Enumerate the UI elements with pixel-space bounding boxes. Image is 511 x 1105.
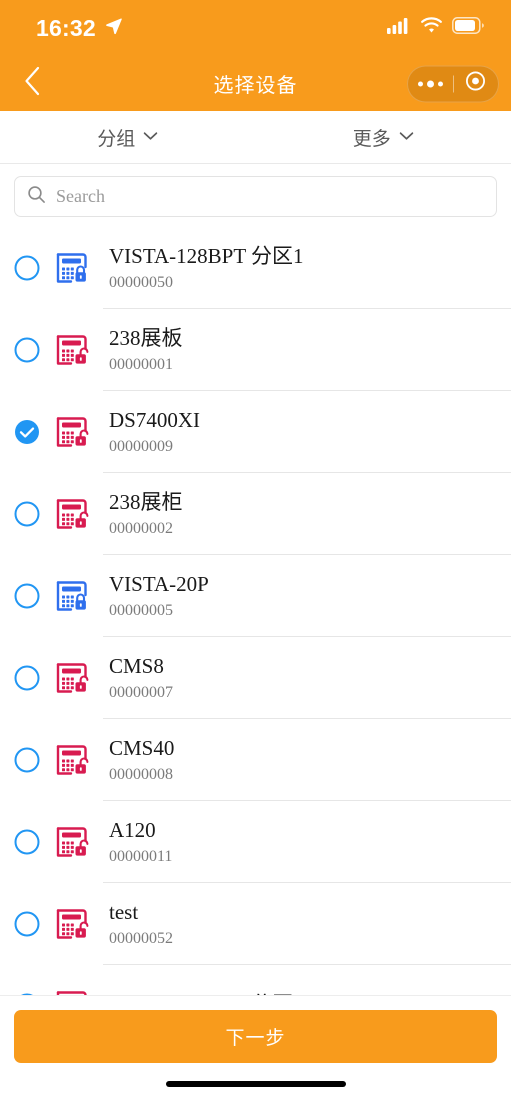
device-text: VISTA-128BPT 分区2: [109, 992, 511, 995]
device-row[interactable]: 238展柜 00000002: [0, 473, 511, 555]
device-name: CMS8: [109, 654, 164, 679]
filter-more[interactable]: 更多: [256, 111, 511, 163]
device-text: VISTA-20P 00000005: [109, 572, 511, 619]
device-serial: 00000002: [109, 519, 173, 537]
device-name: 238展柜: [109, 490, 183, 515]
device-text: 238展板 00000001: [109, 326, 511, 373]
device-name: A120: [109, 818, 156, 843]
device-row[interactable]: VISTA-128BPT 分区1 00000050: [0, 227, 511, 309]
alarm-panel-unlocked-icon: [54, 741, 92, 779]
alarm-panel-unlocked-icon: [54, 987, 92, 995]
device-serial: 00000008: [109, 765, 173, 783]
search-box[interactable]: [14, 176, 497, 217]
alarm-panel-locked-icon: [54, 577, 92, 615]
cellular-signal-icon: [387, 17, 411, 39]
app-screen: 16:32 选择设备 分组 更多 Search VISTA-128BPT 分区1…: [0, 0, 511, 1105]
device-row[interactable]: CMS40 00000008: [0, 719, 511, 801]
device-list[interactable]: VISTA-128BPT 分区1 00000050 238展板 00000001 DS7…: [0, 227, 511, 995]
device-row[interactable]: VISTA-20P 00000005: [0, 555, 511, 637]
device-name: VISTA-128BPT 分区2: [109, 992, 511, 995]
device-row[interactable]: DS7400XI 00000009: [0, 391, 511, 473]
device-serial: 00000007: [109, 683, 173, 701]
device-text: test 00000052: [109, 900, 511, 947]
alarm-panel-unlocked-icon: [54, 495, 92, 533]
back-button[interactable]: [12, 64, 52, 104]
chevron-down-icon: [399, 128, 414, 146]
wifi-icon: [420, 17, 443, 39]
device-row[interactable]: CMS8 00000007: [0, 637, 511, 719]
device-row[interactable]: 238展板 00000001: [0, 309, 511, 391]
device-name: test: [109, 900, 139, 925]
alarm-panel-unlocked-icon: [54, 905, 92, 943]
device-text: 238展柜 00000002: [109, 490, 511, 537]
device-row[interactable]: A120 00000011: [0, 801, 511, 883]
more-menu-button[interactable]: [408, 66, 453, 101]
radio-unselected-icon[interactable]: [14, 583, 40, 609]
status-bar-right: [387, 17, 485, 39]
home-indicator: [165, 1081, 346, 1087]
device-name: VISTA-128BPT 分区1: [109, 244, 304, 269]
alarm-panel-unlocked-icon: [54, 331, 92, 369]
alarm-panel-unlocked-icon: [54, 823, 92, 861]
filter-bar: 分组 更多: [0, 111, 511, 164]
next-step-button[interactable]: 下一步: [14, 1010, 497, 1063]
alarm-panel-locked-icon: [54, 249, 92, 287]
device-name: 238展板: [109, 326, 183, 351]
footer-bar: 下一步: [0, 995, 511, 1063]
device-text: DS7400XI 00000009: [109, 408, 511, 455]
device-serial: 00000050: [109, 273, 173, 291]
location-arrow-icon: [104, 16, 123, 40]
device-text: CMS8 00000007: [109, 654, 511, 701]
device-serial: 00000001: [109, 355, 173, 373]
miniprogram-capsule: [407, 65, 499, 102]
battery-icon: [452, 17, 485, 39]
device-text: A120 00000011: [109, 818, 511, 865]
filter-group-label: 分组: [97, 128, 136, 150]
device-name: VISTA-20P: [109, 572, 209, 597]
device-text: CMS40 00000008: [109, 736, 511, 783]
radio-unselected-icon[interactable]: [14, 829, 40, 855]
device-name: DS7400XI: [109, 408, 201, 433]
search-section: [0, 164, 511, 227]
device-serial: 00000011: [109, 847, 173, 865]
status-bar-time: 16:32: [36, 14, 96, 41]
radio-unselected-icon[interactable]: [14, 993, 40, 995]
alarm-panel-unlocked-icon: [54, 413, 92, 451]
target-circle-icon: [465, 71, 486, 97]
more-dots-icon: [417, 80, 443, 87]
close-target-button[interactable]: [454, 66, 499, 101]
radio-unselected-icon[interactable]: [14, 337, 40, 363]
device-serial: 00000009: [109, 437, 173, 455]
status-bar-left: 16:32: [36, 16, 123, 40]
device-row[interactable]: VISTA-128BPT 分区2: [0, 965, 511, 995]
home-indicator-area: [0, 1063, 511, 1105]
radio-selected-icon[interactable]: [14, 419, 40, 445]
filter-more-label: 更多: [352, 128, 391, 150]
radio-unselected-icon[interactable]: [14, 747, 40, 773]
radio-unselected-icon[interactable]: [14, 665, 40, 691]
device-serial: 00000052: [109, 929, 173, 947]
search-icon: [27, 185, 46, 209]
chevron-down-icon: [143, 128, 158, 146]
device-row[interactable]: test 00000052: [0, 883, 511, 965]
device-text: VISTA-128BPT 分区1 00000050: [109, 244, 511, 291]
chevron-left-icon: [23, 66, 42, 101]
navigation-bar: 选择设备: [0, 56, 511, 111]
device-serial: 00000005: [109, 601, 173, 619]
search-input[interactable]: [56, 186, 484, 207]
radio-unselected-icon[interactable]: [14, 911, 40, 937]
device-name: CMS40: [109, 736, 175, 761]
filter-group[interactable]: 分组: [0, 111, 256, 163]
radio-unselected-icon[interactable]: [14, 501, 40, 527]
radio-unselected-icon[interactable]: [14, 255, 40, 281]
status-bar: 16:32: [0, 0, 511, 56]
alarm-panel-unlocked-icon: [54, 659, 92, 697]
